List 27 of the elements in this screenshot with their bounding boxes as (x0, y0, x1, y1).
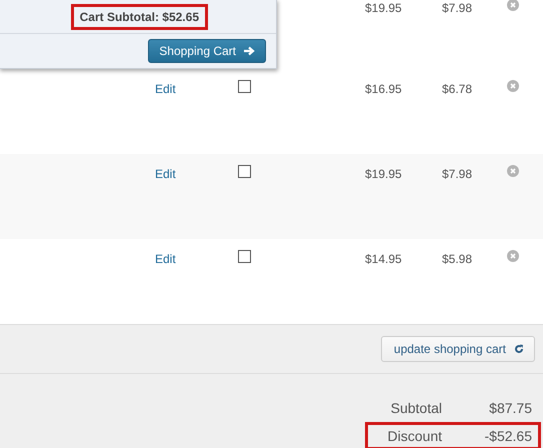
remove-icon[interactable] (507, 250, 519, 262)
price-cell: $19.95 (365, 0, 402, 16)
checkbox[interactable] (238, 165, 251, 178)
refresh-icon (514, 344, 524, 354)
shopping-cart-button[interactable]: Shopping Cart (148, 39, 266, 63)
price-cell: $7.98 (442, 0, 472, 16)
edit-link[interactable]: Edit (155, 81, 176, 97)
price-cell: $16.95 (365, 81, 402, 97)
remove-icon[interactable] (507, 165, 519, 177)
arrow-icon (244, 46, 255, 56)
total-label: Discount (386, 428, 443, 444)
edit-link[interactable]: Edit (155, 251, 176, 267)
remove-icon[interactable] (507, 0, 519, 11)
cart-subtotal: Cart Subtotal: $52.65 (70, 4, 208, 30)
update-cart-button[interactable]: update shopping cart (380, 336, 535, 362)
price-cell: $7.98 (442, 166, 472, 182)
total-label: Subtotal (390, 400, 443, 416)
total-value: -$52.65 (484, 428, 532, 444)
edit-link[interactable]: Edit (155, 166, 176, 182)
checkbox[interactable] (238, 80, 251, 93)
checkbox[interactable] (238, 250, 251, 263)
total-value: $87.75 (488, 400, 532, 416)
remove-icon[interactable] (507, 80, 519, 92)
price-cell: $5.98 (442, 251, 472, 267)
price-cell: $6.78 (442, 81, 472, 97)
price-cell: $19.95 (365, 166, 402, 182)
price-cell: $14.95 (365, 251, 402, 267)
